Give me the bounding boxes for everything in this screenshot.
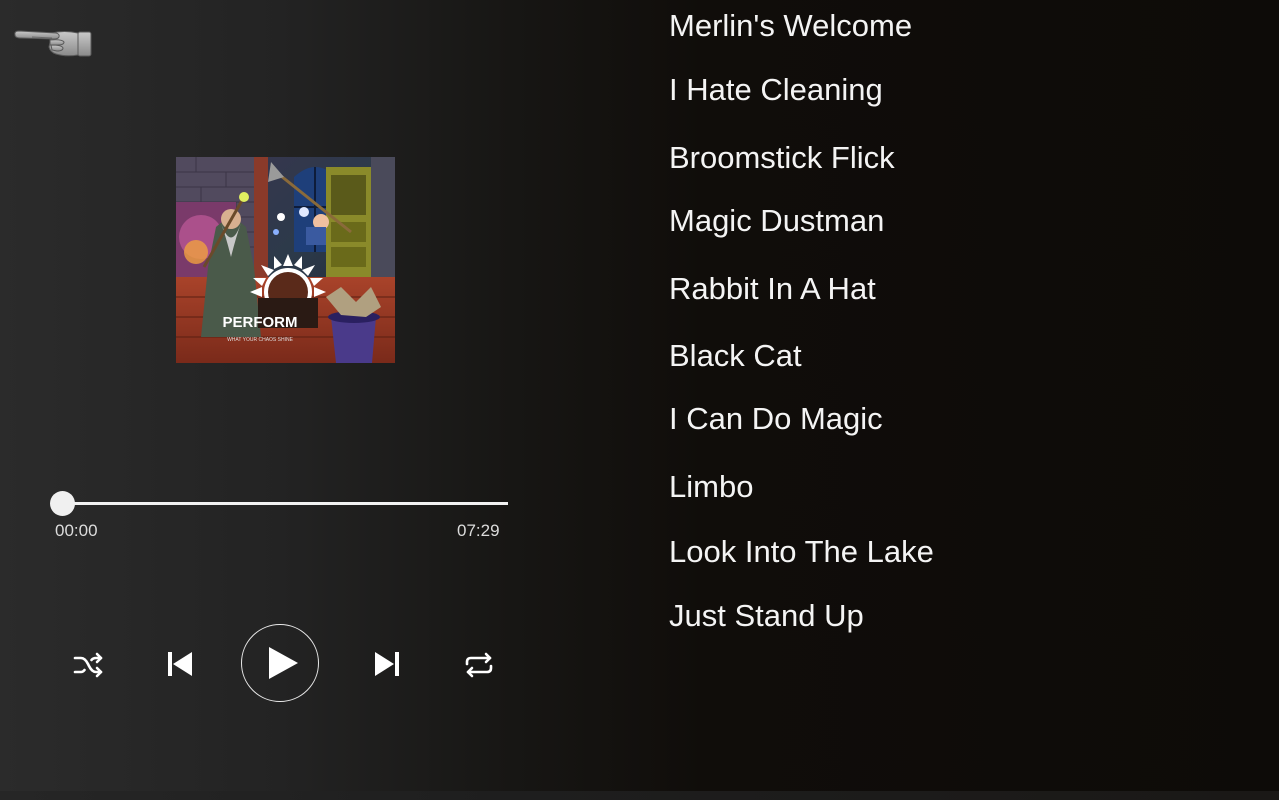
total-time: 07:29	[457, 521, 500, 540]
previous-button[interactable]	[160, 644, 200, 684]
repeat-button[interactable]	[459, 645, 499, 685]
album-art: PERFORM WHAT YOUR CHAOS SHINE	[176, 157, 395, 363]
playlist-track[interactable]: Broomstick Flick	[669, 140, 895, 176]
album-title-text: PERFORM	[223, 314, 298, 331]
bottom-bar	[0, 791, 1279, 800]
playlist-track[interactable]: Limbo	[669, 469, 753, 505]
back-button[interactable]	[12, 26, 94, 60]
playlist-track[interactable]: I Can Do Magic	[669, 401, 883, 437]
skip-next-icon	[375, 652, 399, 676]
progress-track	[62, 502, 508, 505]
playlist-track[interactable]: Rabbit In A Hat	[669, 271, 876, 307]
skip-previous-icon	[168, 652, 192, 676]
repeat-icon	[465, 652, 493, 678]
play-icon	[269, 647, 298, 679]
playlist-track[interactable]: Merlin's Welcome	[669, 8, 912, 44]
playlist-track[interactable]: Just Stand Up	[669, 598, 864, 634]
playlist-track[interactable]: Black Cat	[669, 338, 802, 374]
play-button[interactable]	[241, 624, 319, 702]
progress-bar[interactable]	[50, 491, 508, 516]
playlist-track[interactable]: Magic Dustman	[669, 203, 884, 239]
shuffle-button[interactable]	[68, 645, 108, 685]
pointing-hand-icon	[14, 30, 92, 57]
next-button[interactable]	[367, 644, 407, 684]
playlist-track[interactable]: Look Into The Lake	[669, 534, 934, 570]
progress-knob[interactable]	[50, 491, 75, 516]
shuffle-icon	[73, 652, 103, 678]
album-cover-image: PERFORM WHAT YOUR CHAOS SHINE	[176, 157, 395, 363]
album-subtitle-text: WHAT YOUR CHAOS SHINE	[227, 337, 294, 343]
current-time: 00:00	[55, 521, 98, 540]
playlist-track[interactable]: I Hate Cleaning	[669, 72, 883, 108]
